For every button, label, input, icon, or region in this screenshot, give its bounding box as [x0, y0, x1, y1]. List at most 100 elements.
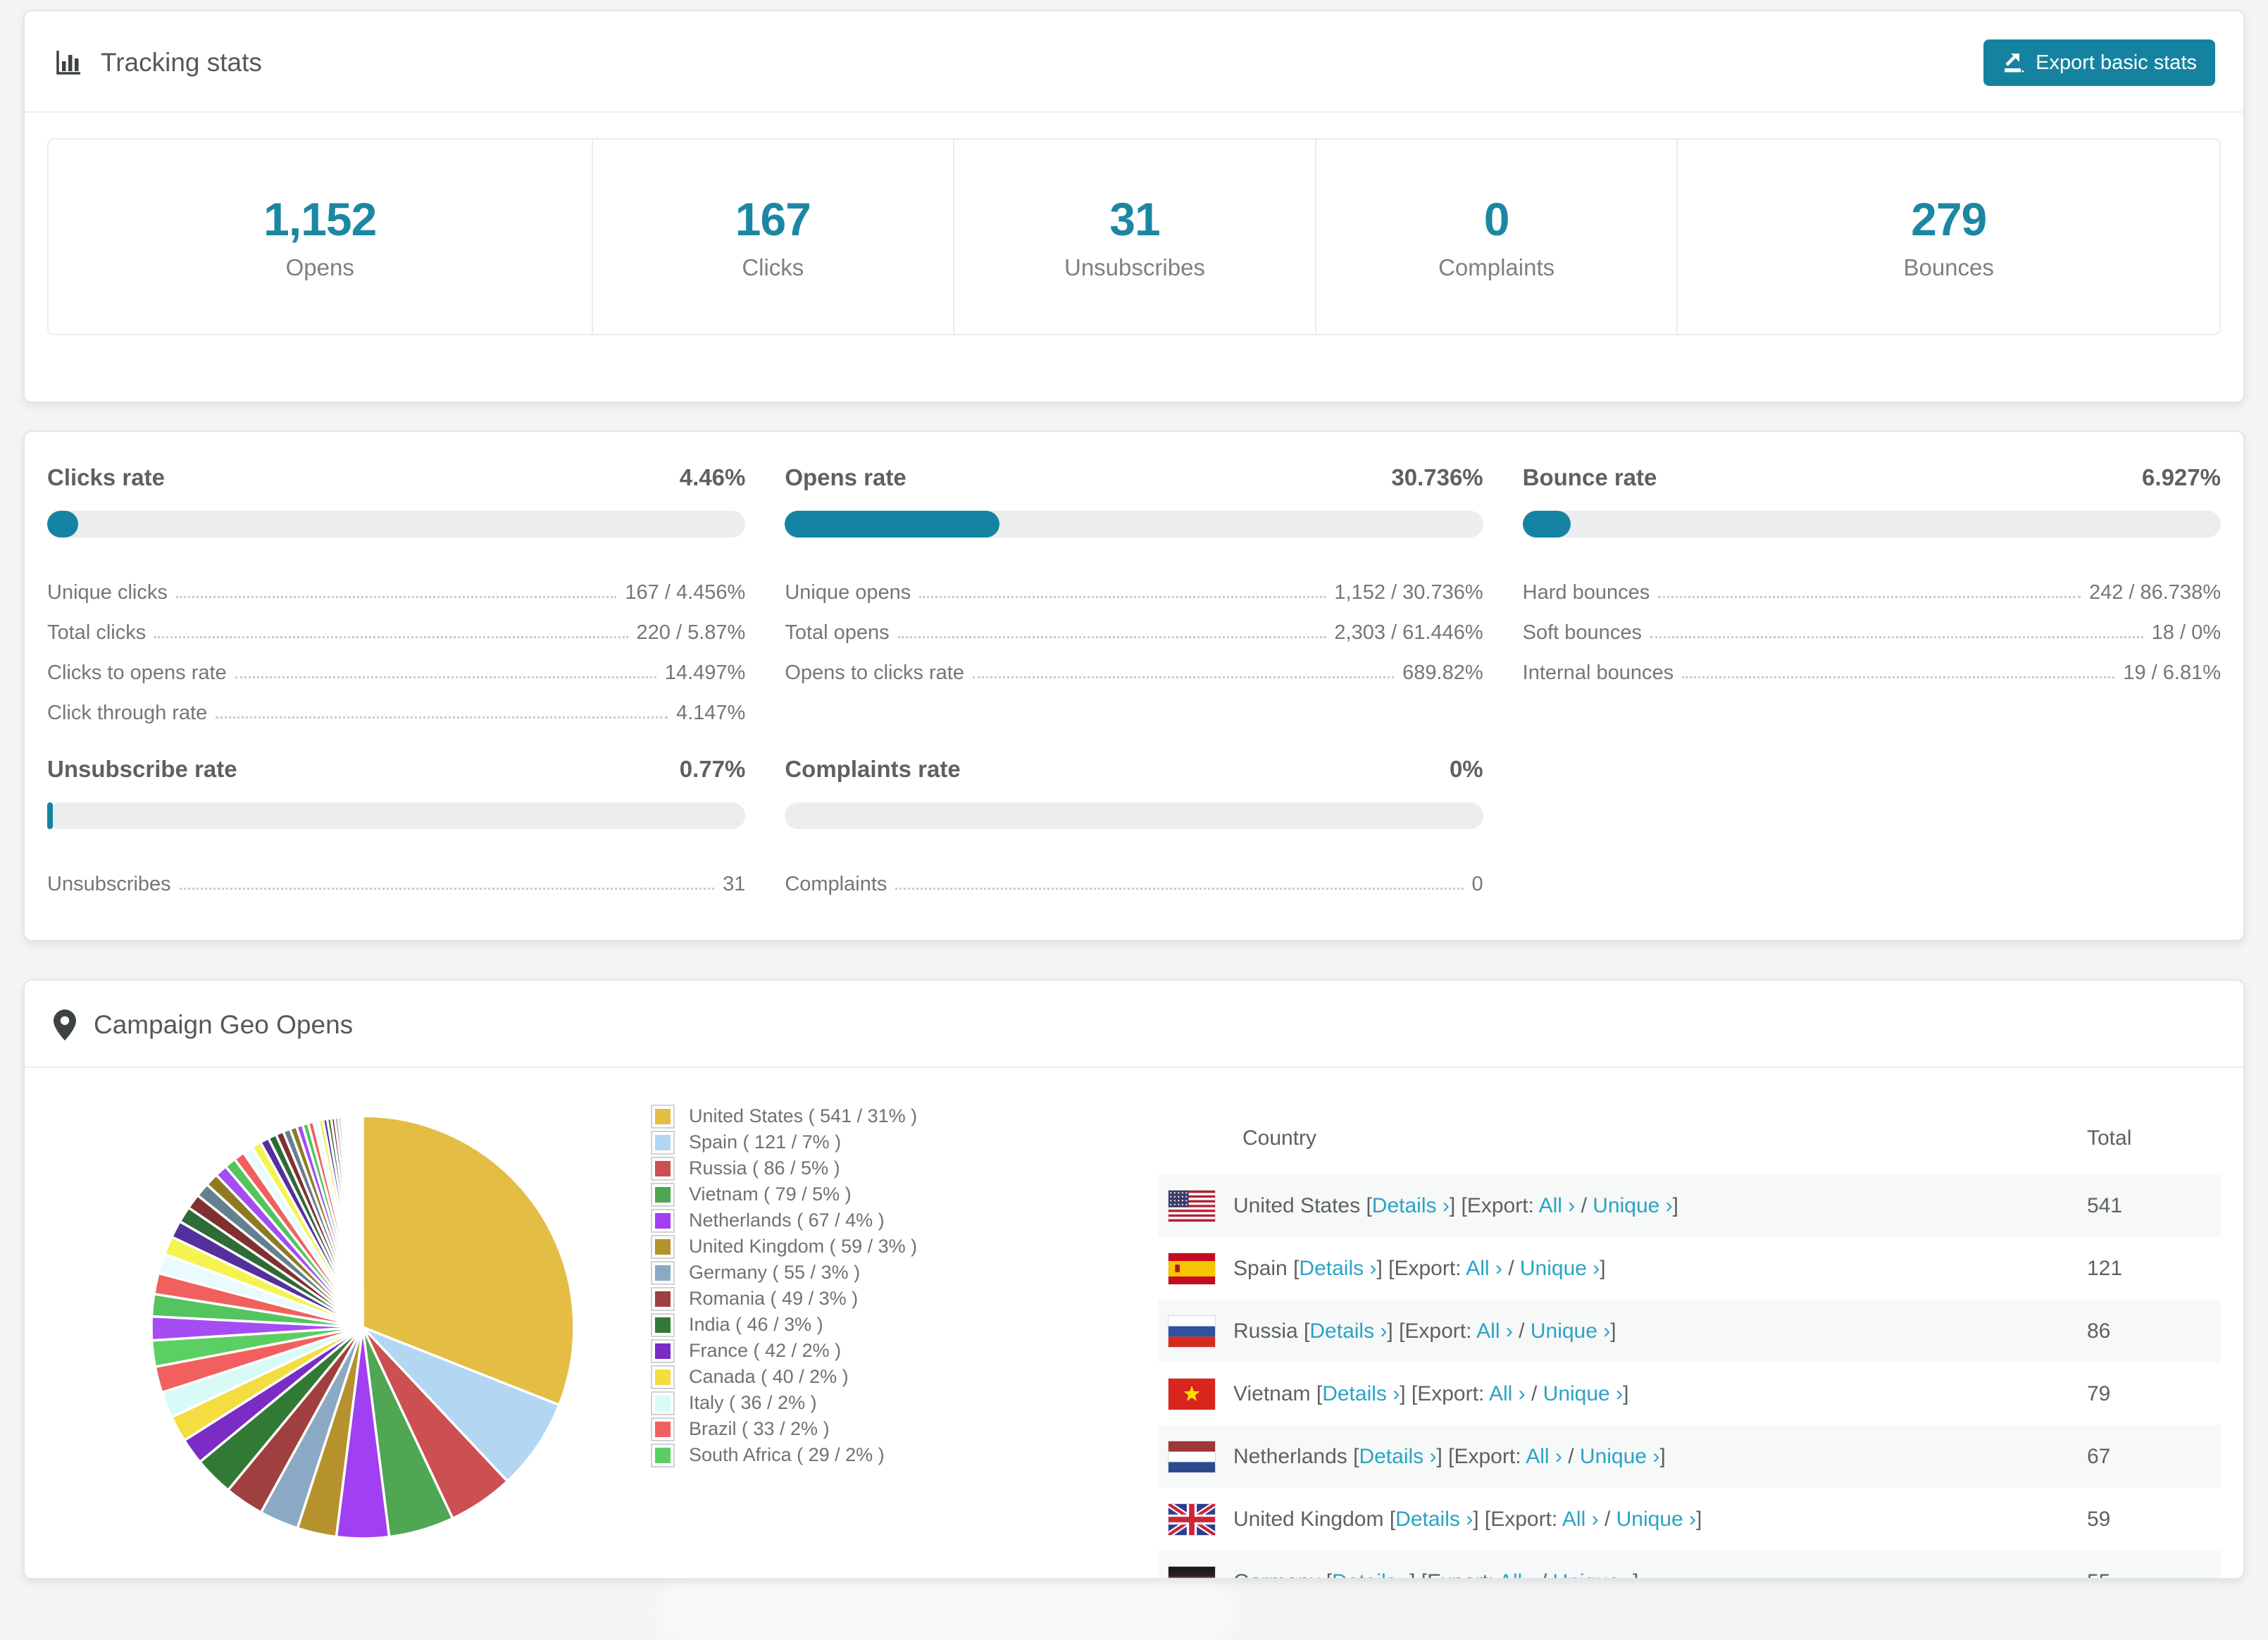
details-link[interactable]: Details › — [1309, 1319, 1387, 1343]
dotted-leader — [919, 596, 1326, 598]
export-unique-link[interactable]: Unique › — [1616, 1508, 1696, 1531]
export-all-link[interactable]: All › — [1526, 1445, 1562, 1468]
stat-cell-bounces: 279 Bounces — [1676, 139, 2219, 334]
legend-label: Spain ( 121 / 7% ) — [689, 1131, 842, 1153]
export-unique-link[interactable]: Unique › — [1553, 1570, 1633, 1579]
rate-percent: 4.46% — [679, 464, 746, 490]
export-all-link[interactable]: All › — [1466, 1257, 1502, 1280]
stat-cell-opens: 1,152 Opens — [49, 139, 592, 334]
country-cell: United States [Details ›] [Export: All ›… — [1233, 1194, 2087, 1218]
legend-item[interactable]: United States ( 541 / 31% ) — [651, 1103, 1045, 1129]
export-all-link[interactable]: All › — [1499, 1570, 1535, 1579]
export-unique-link[interactable]: Unique › — [1531, 1319, 1610, 1343]
progress-bar — [785, 511, 1483, 538]
slash: / — [1541, 1570, 1547, 1579]
country-name: Netherlands — [1233, 1444, 1347, 1468]
legend-item[interactable]: Netherlands ( 67 / 4% ) — [651, 1207, 1045, 1234]
country-cell: Netherlands [Details ›] [Export: All › /… — [1233, 1445, 2087, 1469]
legend-item[interactable]: France ( 42 / 2% ) — [651, 1338, 1045, 1364]
rate-row-value: 220 / 5.87% — [636, 621, 746, 644]
legend-label: Netherlands ( 67 / 4% ) — [689, 1210, 885, 1231]
rate-row-label: Unique clicks — [47, 581, 168, 604]
legend-label: Russia ( 86 / 5% ) — [689, 1157, 840, 1179]
export-unique-link[interactable]: Unique › — [1543, 1382, 1623, 1405]
legend-item[interactable]: India ( 46 / 3% ) — [651, 1312, 1045, 1338]
legend-item[interactable]: Italy ( 36 / 2% ) — [651, 1390, 1045, 1416]
export-all-link[interactable]: All › — [1539, 1194, 1576, 1217]
bracket: ] [Export: — [1436, 1444, 1521, 1468]
export-unique-link[interactable]: Unique › — [1580, 1445, 1659, 1468]
export-all-link[interactable]: All › — [1489, 1382, 1526, 1405]
export-all-link[interactable]: All › — [1562, 1508, 1599, 1531]
legend-label: Canada ( 40 / 2% ) — [689, 1366, 849, 1387]
details-link[interactable]: Details › — [1322, 1382, 1400, 1405]
details-link[interactable]: Details › — [1372, 1194, 1450, 1217]
rate-list: Hard bounces 242 / 86.738% Soft bounces 18 … — [1523, 564, 2221, 685]
rate-row-value: 4.147% — [675, 702, 746, 724]
table-row-nl: Netherlands [Details ›] [Export: All › /… — [1158, 1425, 2221, 1488]
progress-bar — [1522, 511, 2221, 538]
legend-swatch — [651, 1260, 675, 1285]
pie-legend: United States ( 541 / 31% ) Spain ( 121 /… — [651, 1096, 1045, 1578]
legend-item[interactable]: Romania ( 49 / 3% ) — [651, 1286, 1045, 1312]
legend-item[interactable]: United Kingdom ( 59 / 3% ) — [651, 1234, 1045, 1260]
rate-row-label: Opens to clicks rate — [785, 661, 964, 684]
rate-row-value: 167 / 4.456% — [625, 581, 746, 604]
rate-row-label: Total opens — [785, 621, 890, 644]
country-total: 541 — [2087, 1193, 2123, 1217]
legend-item[interactable]: Russia ( 86 / 5% ) — [651, 1155, 1045, 1181]
slash: / — [1604, 1507, 1611, 1531]
export-basic-stats-button[interactable]: Export basic stats — [1983, 39, 2215, 86]
legend-label: Vietnam ( 79 / 5% ) — [689, 1184, 852, 1205]
country-cell: Spain [Details ›] [Export: All › / Uniqu… — [1233, 1257, 2087, 1281]
details-link[interactable]: Details › — [1299, 1257, 1376, 1280]
rate-head: Unsubscribe rate 0.77% — [47, 756, 745, 784]
stats-row: 1,152 Opens 167 Clicks 31 Unsubscribes 0 Compla… — [47, 138, 2221, 335]
legend-item[interactable]: Canada ( 40 / 2% ) — [651, 1364, 1045, 1390]
flag-us-icon — [1169, 1190, 1215, 1222]
rate-row-value: 2,303 / 61.446% — [1334, 621, 1483, 644]
rate-list: Complaints 0 — [785, 856, 1483, 896]
tracking-stats-header: Tracking stats Export basic stats — [25, 11, 2243, 113]
export-unique-link[interactable]: Unique › — [1593, 1194, 1672, 1217]
rate-row-value: 0 — [1471, 873, 1483, 895]
bracket: [ — [1326, 1570, 1332, 1579]
column-header-total: Total — [2087, 1126, 2132, 1150]
legend-item[interactable]: Vietnam ( 79 / 5% ) — [651, 1181, 1045, 1207]
legend-swatch — [651, 1234, 675, 1259]
render-artifact — [662, 1584, 1233, 1640]
pie-slice[interactable] — [361, 1114, 364, 1329]
legend-item[interactable]: Germany ( 55 / 3% ) — [651, 1260, 1045, 1286]
export-unique-link[interactable]: Unique › — [1520, 1257, 1600, 1280]
legend-swatch — [651, 1365, 675, 1389]
legend-item[interactable]: Spain ( 121 / 7% ) — [651, 1129, 1045, 1155]
legend-item[interactable]: South Africa ( 29 / 2% ) — [651, 1442, 1045, 1468]
legend-item[interactable]: Brazil ( 33 / 2% ) — [651, 1416, 1045, 1442]
country-name: Germany — [1233, 1570, 1320, 1579]
rate-row: Hard bounces 242 / 86.738% — [1523, 564, 2221, 604]
bracket: ] — [1600, 1256, 1606, 1280]
legend-swatch — [651, 1104, 675, 1129]
dotted-leader — [895, 888, 1464, 890]
slash: / — [1508, 1256, 1514, 1280]
details-link[interactable]: Details › — [1395, 1508, 1473, 1531]
legend-swatch — [651, 1208, 675, 1233]
progress-bar — [47, 511, 746, 538]
export-all-link[interactable]: All › — [1476, 1319, 1513, 1343]
bracket: ] — [1659, 1444, 1666, 1468]
table-row-gb: United Kingdom [Details ›] [Export: All … — [1158, 1488, 2221, 1551]
export-icon — [2002, 51, 2024, 74]
rate-block: Clicks rate 4.46% Unique clicks 167 / 4.456… — [47, 464, 746, 725]
bracket: ] [Export: — [1387, 1319, 1472, 1343]
details-link[interactable]: Details › — [1332, 1570, 1409, 1579]
column-header-country: Country — [1242, 1126, 1317, 1150]
dotted-leader — [175, 596, 617, 598]
rate-row: Complaints 0 — [785, 856, 1483, 896]
stat-label: Clicks — [742, 254, 804, 280]
geo-opens-body: United States ( 541 / 31% ) Spain ( 121 /… — [25, 1068, 2243, 1579]
rate-row: Total clicks 220 / 5.87% — [47, 604, 745, 645]
rate-row-value: 18 / 0% — [2151, 621, 2221, 644]
details-link[interactable]: Details › — [1359, 1445, 1436, 1468]
country-name: Vietnam — [1233, 1381, 1311, 1405]
rate-title: Clicks rate — [47, 464, 165, 490]
